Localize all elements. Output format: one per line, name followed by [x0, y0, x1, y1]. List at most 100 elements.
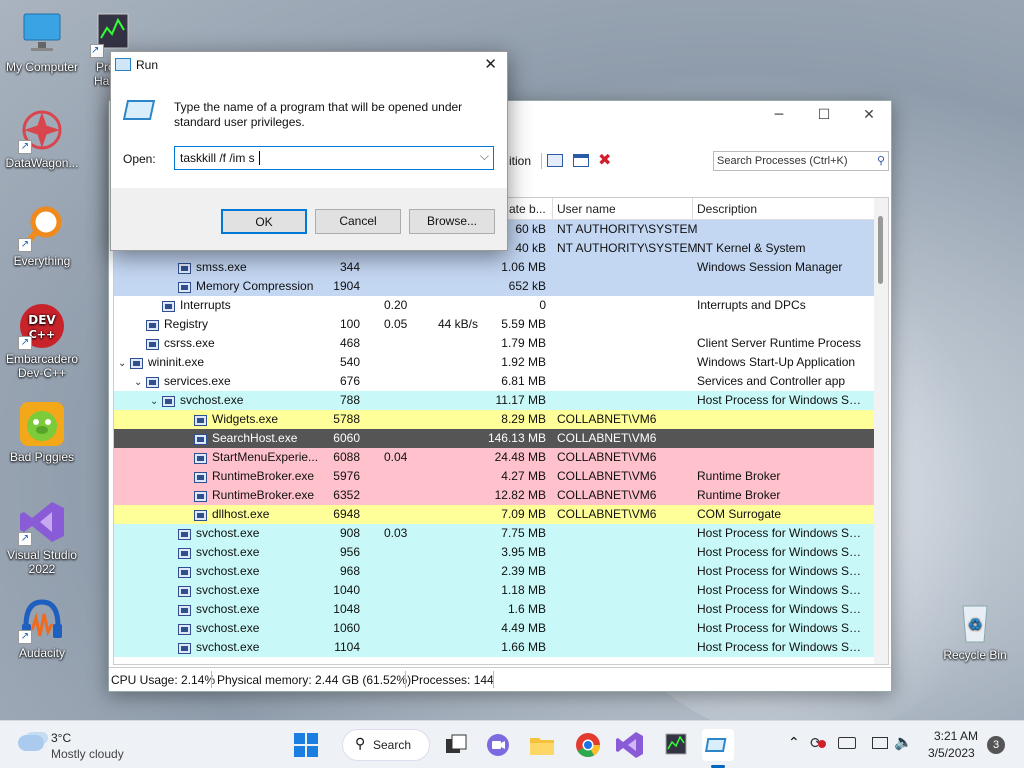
physical-memory: Physical memory: 2.44 GB (61.52%) — [217, 673, 412, 687]
open-combobox[interactable]: taskkill /f /im s ⌵ — [174, 146, 494, 170]
restore-icon[interactable] — [573, 154, 589, 167]
process-row[interactable]: csrss.exe 468 1.79 MB Client Server Runtime… — [114, 334, 888, 353]
process-row[interactable]: ⌄ svchost.exe 788 11.17 MB Host Process for … — [114, 391, 888, 410]
refresh-alert-icon[interactable]: ⟳ — [810, 734, 826, 752]
start-button[interactable] — [290, 729, 322, 761]
volume-icon[interactable]: 🔈 — [894, 733, 913, 751]
run-titlebar[interactable]: Run ✕ — [111, 52, 507, 80]
process-row[interactable]: svchost.exe 1048 1.6 MB Host Process for Wi… — [114, 600, 888, 619]
keyboard-icon[interactable] — [838, 737, 856, 749]
terminate-icon[interactable]: ✖ — [598, 150, 611, 169]
taskbar-search-button[interactable]: ⚲ Search — [342, 729, 430, 761]
chevron-up-icon[interactable]: ⌃ — [788, 735, 800, 751]
scrollbar-thumb[interactable] — [878, 216, 883, 284]
process-row[interactable]: svchost.exe 908 0.03 7.75 MB Host Process fo… — [114, 524, 888, 543]
process-description: Host Process for Windows Ser... — [697, 583, 867, 597]
process-name: dllhost.exe — [182, 507, 269, 521]
process-user: COLLABNET\VM6 — [557, 469, 657, 483]
expand-chevron-icon[interactable]: ⌄ — [134, 377, 146, 388]
folder-icon — [530, 738, 554, 755]
process-name: Registry — [134, 317, 208, 331]
chat-button[interactable] — [482, 729, 514, 761]
desktop-icon-visual-studio[interactable]: ↗ Visual Studio 2022 — [0, 498, 84, 576]
process-private-bytes: 1.06 MB — [501, 260, 546, 274]
process-row[interactable]: ⌄ services.exe 676 6.81 MB Services and Cont… — [114, 372, 888, 391]
process-pid: 1104 — [334, 640, 360, 654]
cancel-button[interactable]: Cancel — [315, 209, 401, 234]
process-row[interactable]: Memory Compression 1904 652 kB — [114, 277, 888, 296]
process-name: svchost.exe — [166, 602, 259, 616]
process-icon — [194, 510, 207, 521]
desktop-icon-my-computer[interactable]: My Computer — [0, 10, 84, 74]
run-close-button[interactable]: ✕ — [484, 55, 497, 73]
maximize-button[interactable]: ☐ — [810, 107, 838, 127]
expand-chevron-icon[interactable]: ⌄ — [150, 396, 162, 407]
browse-button[interactable]: Browse... — [409, 209, 495, 234]
visual-studio-button[interactable] — [614, 729, 646, 761]
process-name: svchost.exe — [166, 621, 259, 635]
clock-time[interactable]: 3:21 AM — [934, 729, 978, 743]
column-description[interactable]: Description — [697, 202, 757, 216]
search-processes-input[interactable]: Search Processes (Ctrl+K) ⚲ — [713, 151, 889, 171]
file-explorer-button[interactable] — [526, 729, 558, 761]
process-row[interactable]: Widgets.exe 5788 8.29 MB COLLABNET\VM6 — [114, 410, 888, 429]
run-taskbar-button[interactable] — [702, 729, 734, 768]
process-row[interactable]: svchost.exe 956 3.95 MB Host Process for Wi… — [114, 543, 888, 562]
desktop-icon-bad-piggies[interactable]: Bad Piggies — [0, 400, 84, 464]
process-row[interactable]: StartMenuExperie... 6088 0.04 24.48 MB COLLA… — [114, 448, 888, 467]
notification-badge[interactable]: 3 — [987, 736, 1005, 754]
process-rows: 60 kB NT AUTHORITY\SYSTEM 40 kB NT AUTHORIT… — [114, 220, 888, 657]
desktop-icon-audacity[interactable]: ↗ Audacity — [0, 596, 84, 660]
desktop-icon-label: Everything — [13, 254, 71, 268]
process-hacker-button[interactable] — [660, 729, 692, 761]
process-description: NT Kernel & System — [697, 241, 806, 255]
process-tree[interactable]: ate b... User name Description 60 kB NT A… — [113, 197, 889, 665]
process-row[interactable]: dllhost.exe 6948 7.09 MB COLLABNET\VM6 COM S… — [114, 505, 888, 524]
process-pid: 100 — [339, 317, 360, 331]
minimize-button[interactable]: ─ — [765, 107, 793, 127]
clock-date[interactable]: 3/5/2023 — [928, 746, 975, 760]
chrome-button[interactable] — [572, 729, 604, 761]
column-user-name[interactable]: User name — [557, 202, 616, 216]
process-row[interactable]: ⌄ wininit.exe 540 1.92 MB Windows Start-Up A… — [114, 353, 888, 372]
desktop-icon-devcpp[interactable]: DEV C++ ↗ Embarcadero Dev-C++ — [0, 302, 84, 380]
process-row[interactable]: RuntimeBroker.exe 5976 4.27 MB COLLABNET\VM… — [114, 467, 888, 486]
process-row[interactable]: RuntimeBroker.exe 6352 12.82 MB COLLABNET\V… — [114, 486, 888, 505]
process-private-bytes: 7.09 MB — [501, 507, 546, 521]
network-icon[interactable] — [872, 737, 888, 749]
window-icon[interactable] — [547, 154, 563, 167]
process-name: ⌄ services.exe — [134, 374, 231, 388]
ok-button[interactable]: OK — [221, 209, 307, 234]
process-name-text: dllhost.exe — [212, 507, 270, 521]
process-pid: 676 — [339, 374, 360, 388]
process-name: csrss.exe — [134, 336, 215, 350]
process-row[interactable]: Interrupts 0.20 0 Interrupts and DPCs — [114, 296, 888, 315]
vertical-scrollbar[interactable] — [874, 198, 888, 664]
toolbar-partial-label[interactable]: ition — [509, 154, 531, 168]
shortcut-arrow-icon: ↗ — [18, 238, 32, 252]
process-description: Windows Start-Up Application — [697, 355, 856, 369]
expand-chevron-icon[interactable]: ⌄ — [118, 358, 130, 369]
process-icon — [194, 434, 207, 445]
process-row[interactable]: svchost.exe 1104 1.66 MB Host Process for W… — [114, 638, 888, 657]
desktop-icon-recycle-bin[interactable]: ♻ Recycle Bin — [933, 598, 1017, 662]
column-private-bytes[interactable]: ate b... — [509, 202, 546, 216]
chevron-down-icon[interactable]: ⌵ — [480, 149, 489, 164]
close-button[interactable]: ✕ — [855, 107, 883, 127]
process-description: Host Process for Windows Ser... — [697, 640, 867, 654]
process-row[interactable]: smss.exe 344 1.06 MB Windows Session Manage… — [114, 258, 888, 277]
process-row[interactable]: Registry 100 0.05 44 kB/s 5.59 MB — [114, 315, 888, 334]
process-name-text: svchost.exe — [196, 545, 260, 559]
desktop-icon-datawagon[interactable]: ↗ DataWagon... — [0, 106, 84, 170]
process-row[interactable]: SearchHost.exe 6060 146.13 MB COLLABNET\VM6 — [114, 429, 888, 448]
process-row[interactable]: svchost.exe 968 2.39 MB Host Process for Wi… — [114, 562, 888, 581]
process-name-text: Registry — [164, 317, 209, 331]
task-view-button[interactable] — [440, 729, 472, 761]
open-input[interactable]: taskkill /f /im s — [180, 151, 255, 165]
weather-widget[interactable]: 3°C Mostly cloudy — [16, 727, 146, 763]
process-row[interactable]: svchost.exe 1060 4.49 MB Host Process for W… — [114, 619, 888, 638]
desktop-icon-everything[interactable]: ↗ Everything — [0, 204, 84, 268]
process-row[interactable]: svchost.exe 1040 1.18 MB Host Process for W… — [114, 581, 888, 600]
process-private-bytes: 24.48 MB — [494, 450, 546, 464]
task-view-icon — [446, 734, 467, 753]
